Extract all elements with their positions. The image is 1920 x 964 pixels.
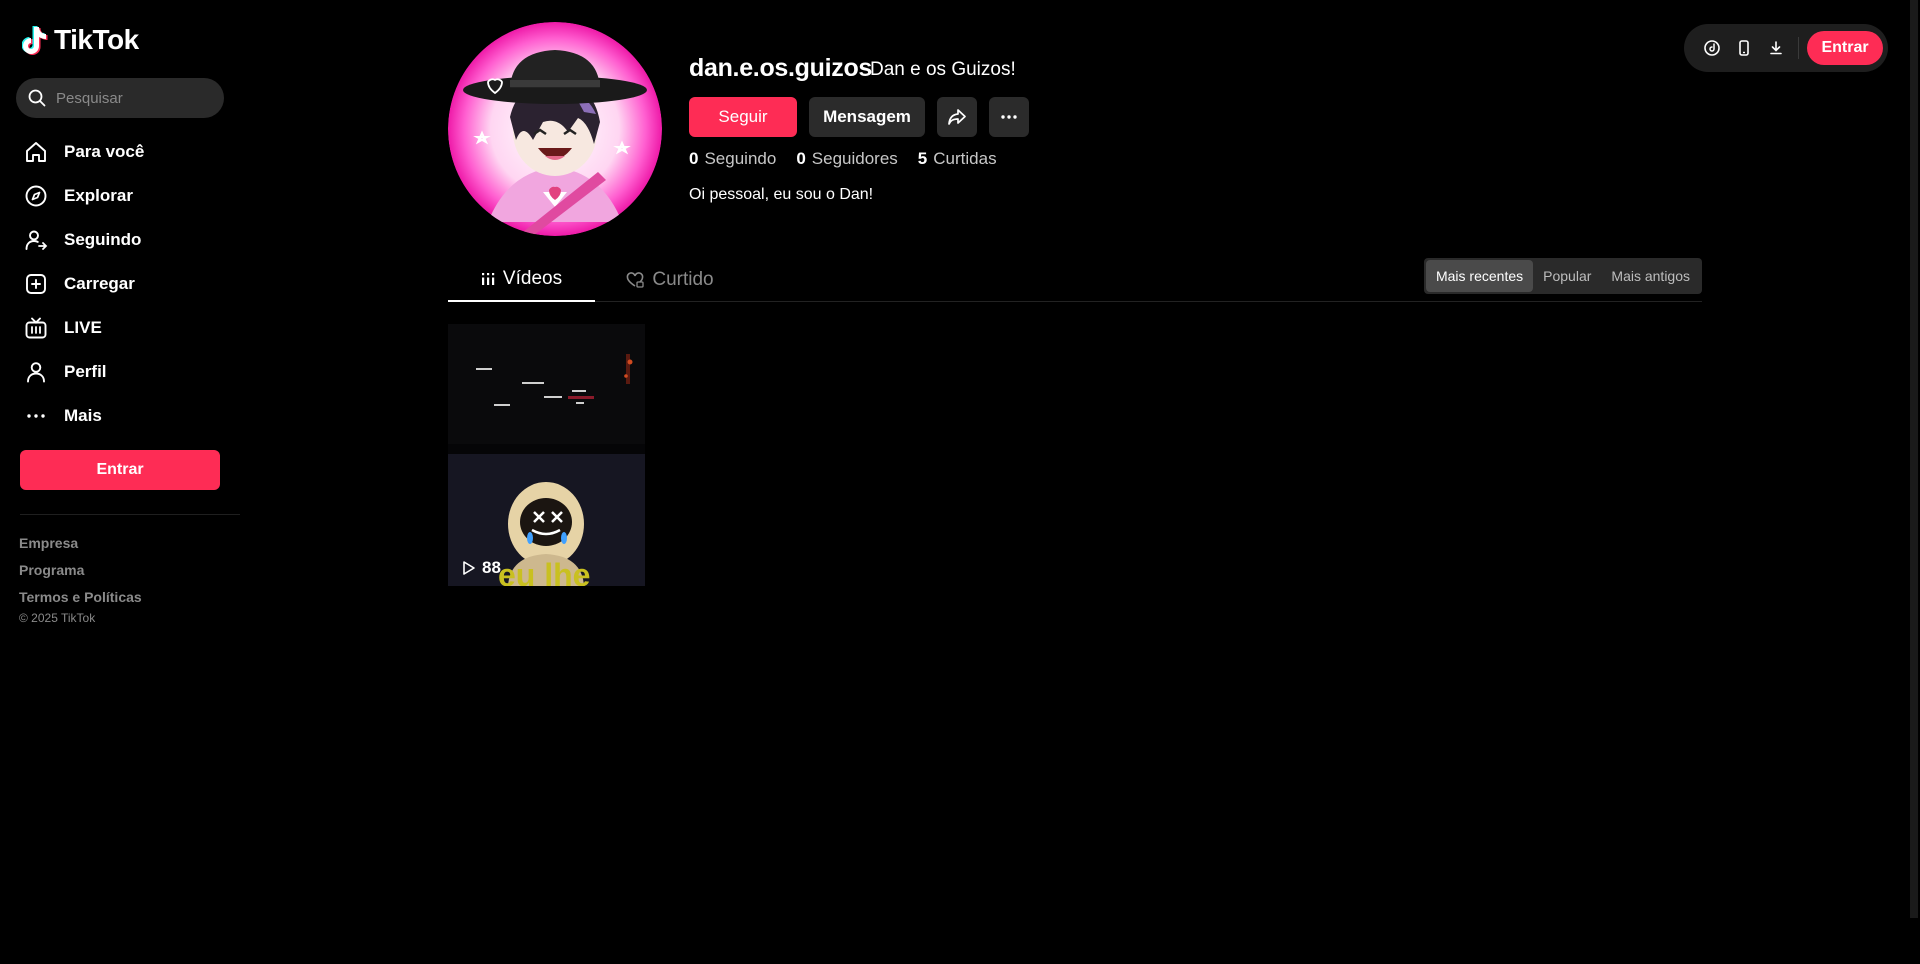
liked-locked-icon bbox=[627, 272, 645, 288]
share-button[interactable] bbox=[937, 97, 977, 137]
profile-bio: Oi pessoal, eu sou o Dan! bbox=[689, 186, 874, 203]
topbar-divider bbox=[1798, 37, 1799, 59]
search-icon bbox=[28, 89, 46, 107]
sidebar-item-label: Mais bbox=[64, 406, 102, 425]
copyright: © 2025 TikTok bbox=[19, 611, 96, 625]
video-view-count: 88 bbox=[482, 558, 501, 577]
sidebar: TikTok Para você Explorar Seguindo bbox=[0, 0, 240, 964]
sidebar-item-label: Explorar bbox=[64, 186, 133, 205]
live-icon bbox=[24, 316, 48, 340]
sidebar-item-live[interactable]: LIVE bbox=[16, 306, 224, 350]
stat-label: Seguidores bbox=[811, 149, 898, 168]
following-icon bbox=[24, 228, 48, 252]
sort-option-popular[interactable]: Popular bbox=[1533, 260, 1601, 292]
compass-icon bbox=[24, 184, 48, 208]
sidebar-item-label: LIVE bbox=[64, 318, 102, 337]
logo-text: TikTok bbox=[54, 24, 139, 55]
tiktok-logo-icon bbox=[22, 26, 48, 55]
footer-link-programa[interactable]: Programa bbox=[19, 557, 142, 584]
profile-actions: Seguir Mensagem bbox=[689, 97, 1029, 137]
follow-button[interactable]: Seguir bbox=[689, 97, 797, 137]
sidebar-item-para-voce[interactable]: Para você bbox=[16, 130, 224, 174]
profile-stats: 0 Seguindo 0 Seguidores 5 Curtidas bbox=[689, 149, 997, 169]
sidebar-item-seguindo[interactable]: Seguindo bbox=[16, 218, 224, 262]
video-card[interactable]: eu lhe 88 bbox=[448, 324, 645, 586]
more-icon bbox=[24, 404, 48, 428]
search-bar[interactable] bbox=[16, 78, 224, 118]
stat-value: 0 bbox=[689, 149, 699, 168]
more-icon bbox=[1001, 115, 1017, 119]
footer-link-termos[interactable]: Termos e Políticas bbox=[19, 584, 142, 611]
profile-tabs: Vídeos Curtido Mais recentes Popular Mai… bbox=[448, 258, 1702, 302]
sidebar-item-label: Carregar bbox=[64, 274, 135, 293]
home-icon bbox=[24, 140, 48, 164]
svg-text:eu lhe: eu lhe bbox=[498, 557, 590, 586]
page-scrollbar[interactable] bbox=[1910, 0, 1918, 918]
share-icon bbox=[948, 109, 966, 125]
sort-option-oldest[interactable]: Mais antigos bbox=[1601, 260, 1700, 292]
stat-label: Seguindo bbox=[704, 149, 777, 168]
sidebar-item-perfil[interactable]: Perfil bbox=[16, 350, 224, 394]
upload-icon bbox=[24, 272, 48, 296]
stat-label: Curtidas bbox=[933, 149, 997, 168]
sidebar-login-button[interactable]: Entrar bbox=[20, 450, 220, 490]
stat-followers[interactable]: 0 Seguidores bbox=[796, 149, 897, 169]
footer-links: Empresa Programa Termos e Políticas bbox=[19, 530, 142, 611]
profile-nickname: Dan e os Guizos! bbox=[870, 59, 1016, 80]
sidebar-divider bbox=[20, 514, 240, 515]
footer-link-empresa[interactable]: Empresa bbox=[19, 530, 142, 557]
coin-icon[interactable] bbox=[1696, 32, 1728, 64]
avatar-image bbox=[448, 22, 662, 236]
sort-option-recent[interactable]: Mais recentes bbox=[1425, 260, 1534, 292]
search-input[interactable] bbox=[56, 89, 206, 107]
sidebar-item-label: Para você bbox=[64, 142, 145, 161]
profile-icon bbox=[24, 360, 48, 384]
sort-segmented-control: Mais recentes Popular Mais antigos bbox=[1423, 258, 1702, 294]
video-thumbnail: eu lhe bbox=[448, 324, 645, 586]
message-button[interactable]: Mensagem bbox=[809, 97, 925, 137]
stat-value: 0 bbox=[796, 149, 806, 168]
mobile-icon[interactable] bbox=[1728, 32, 1760, 64]
stat-following[interactable]: 0 Seguindo bbox=[689, 149, 776, 169]
play-icon bbox=[463, 561, 475, 575]
tab-label: Curtido bbox=[652, 269, 714, 290]
download-icon[interactable] bbox=[1760, 32, 1792, 64]
tab-videos[interactable]: Vídeos bbox=[448, 258, 595, 302]
stat-likes: 5 Curtidas bbox=[918, 149, 997, 169]
sidebar-nav: Para você Explorar Seguindo Carregar LIV… bbox=[16, 130, 224, 438]
tab-liked[interactable]: Curtido bbox=[595, 258, 745, 302]
sidebar-item-label: Seguindo bbox=[64, 230, 142, 249]
topbar-login-button[interactable]: Entrar bbox=[1807, 31, 1883, 65]
sidebar-item-explorar[interactable]: Explorar bbox=[16, 174, 224, 218]
profile-username: dan.e.os.guizos bbox=[689, 54, 873, 82]
sidebar-item-carregar[interactable]: Carregar bbox=[16, 262, 224, 306]
more-options-button[interactable] bbox=[989, 97, 1029, 137]
sidebar-item-label: Perfil bbox=[64, 362, 107, 381]
profile-avatar bbox=[448, 22, 662, 236]
video-views: 88 bbox=[462, 558, 501, 578]
top-action-bar: Entrar bbox=[1684, 24, 1888, 72]
tab-label: Vídeos bbox=[502, 268, 563, 289]
sidebar-item-mais[interactable]: Mais bbox=[16, 394, 224, 438]
tiktok-logo[interactable]: TikTok bbox=[22, 24, 139, 56]
stat-value: 5 bbox=[917, 149, 928, 168]
grid-icon bbox=[481, 273, 495, 285]
